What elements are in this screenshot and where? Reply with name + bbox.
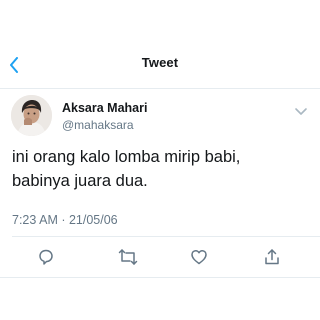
- divider: [12, 236, 320, 237]
- chevron-down-icon: [295, 108, 307, 115]
- tweet-timestamp[interactable]: 7:23 AM · 21/05/06: [12, 213, 118, 227]
- retweet-button[interactable]: [118, 247, 138, 267]
- tweet-detail-screen: Tweet Aksara Mahari @mahaksara ini orang…: [0, 0, 320, 320]
- divider: [0, 277, 320, 278]
- author-handle[interactable]: @mahaksara: [62, 118, 134, 132]
- retweet-icon: [118, 249, 138, 265]
- share-button[interactable]: [262, 247, 282, 267]
- more-options-button[interactable]: [294, 104, 308, 115]
- tweet-text-line: babinya juara dua.: [12, 172, 148, 190]
- top-nav-bar: Tweet: [0, 0, 320, 89]
- reply-icon: [39, 249, 53, 265]
- tweet-text: ini orang kalo lomba mirip babi, babinya…: [12, 145, 312, 193]
- share-icon: [265, 249, 279, 265]
- reply-button[interactable]: [36, 247, 56, 267]
- like-button[interactable]: [189, 247, 209, 267]
- author-name[interactable]: Aksara Mahari: [62, 101, 147, 115]
- page-title: Tweet: [141, 55, 179, 70]
- avatar[interactable]: [11, 95, 52, 136]
- tweet-text-line: ini orang kalo lomba mirip babi,: [12, 148, 241, 166]
- like-icon: [191, 249, 207, 265]
- avatar-photo-icon: [11, 95, 52, 136]
